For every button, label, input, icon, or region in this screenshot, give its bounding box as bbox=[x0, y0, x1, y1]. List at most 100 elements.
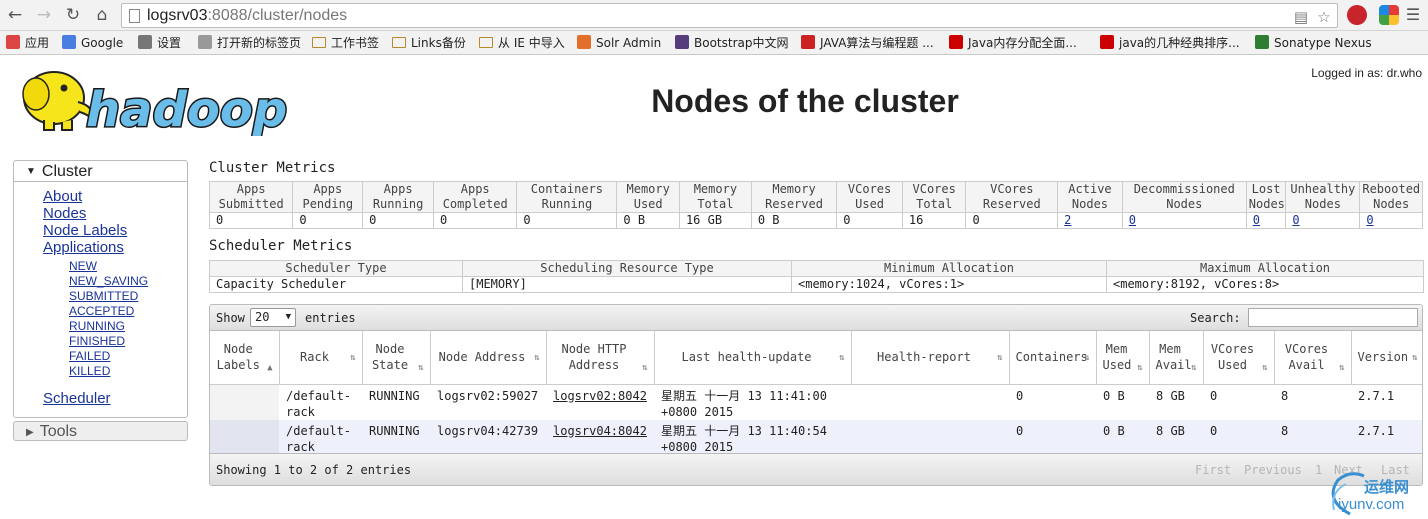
bookmark-label: Links备份 bbox=[411, 36, 466, 50]
bookmark-0[interactable]: 应用 bbox=[6, 34, 49, 52]
nav-link-running[interactable]: RUNNING bbox=[69, 319, 125, 334]
nav-link-failed[interactable]: FAILED bbox=[69, 349, 110, 364]
bookmark-1[interactable]: Google bbox=[62, 34, 123, 52]
cluster-nav-header[interactable]: ▼ Cluster bbox=[14, 161, 187, 182]
cell-labels bbox=[210, 419, 279, 455]
nav-link-submitted[interactable]: SUBMITTED bbox=[69, 289, 138, 304]
sort-icon: ⇅ bbox=[839, 353, 845, 363]
pager-previous[interactable]: Previous bbox=[1244, 463, 1302, 477]
solr-icon bbox=[577, 35, 591, 49]
metric-header-apps-submitted: Apps Submitted bbox=[208, 181, 294, 213]
column-header-version[interactable]: Version ⇅ bbox=[1351, 331, 1422, 385]
bookmark-label: Google bbox=[81, 36, 124, 50]
column-header-last-health-update[interactable]: Last health-update ⇅ bbox=[654, 331, 852, 385]
column-header-containers[interactable]: Containers ⇅ bbox=[1009, 331, 1097, 385]
cell-http[interactable]: logsrv04:8042 bbox=[546, 419, 654, 455]
reload-icon[interactable]: ↻ bbox=[62, 4, 84, 26]
nav-link-nodes[interactable]: Nodes bbox=[43, 205, 86, 222]
metric-link[interactable]: 0 bbox=[1366, 213, 1373, 227]
search-input[interactable] bbox=[1248, 308, 1418, 327]
bookmark-3[interactable]: 打开新的标签页 bbox=[198, 34, 301, 52]
url-text[interactable]: logsrv03:8088/cluster/nodes bbox=[147, 6, 347, 26]
column-header-mem-used[interactable]: Mem Used ⇅ bbox=[1096, 331, 1150, 385]
bookmark-10[interactable]: Java内存分配全面... bbox=[949, 34, 1077, 52]
apps-grid-icon bbox=[6, 35, 20, 49]
bookmark-5[interactable]: Links备份 bbox=[392, 34, 466, 52]
scheduler-metrics-table: Scheduler Type Scheduling Resource Type Mi… bbox=[209, 260, 1424, 293]
nav-link-applications[interactable]: Applications bbox=[43, 239, 124, 256]
bookmark-4[interactable]: 工作书签 bbox=[312, 34, 379, 52]
metric-value-unhealthy-nodes[interactable]: 0 bbox=[1285, 212, 1361, 229]
metric-value-memory-total: 16 GB bbox=[678, 212, 752, 229]
nav-link-new[interactable]: NEW bbox=[69, 259, 97, 274]
table-row: /default-rack RUNNING logsrv04:42739 logsrv… bbox=[210, 419, 1422, 455]
metric-value-lost-nodes[interactable]: 0 bbox=[1245, 212, 1287, 229]
metric-value-rebooted-nodes[interactable]: 0 bbox=[1359, 212, 1423, 229]
tools-nav-header[interactable]: ▶ Tools bbox=[13, 421, 188, 441]
watermark-text-cn: 运维网 bbox=[1364, 478, 1410, 496]
show-label: Show bbox=[216, 311, 245, 325]
column-header-vcores-avail[interactable]: VCores Avail ⇅ bbox=[1274, 331, 1352, 385]
triangle-right-icon: ▶ bbox=[26, 427, 34, 438]
page-size-select[interactable]: 20 ▼ bbox=[250, 308, 296, 327]
nav-link-node-labels[interactable]: Node Labels bbox=[43, 222, 127, 239]
back-arrow-icon[interactable]: ← bbox=[4, 4, 26, 26]
metric-link[interactable]: 0 bbox=[1253, 213, 1260, 227]
metric-header-memory-reserved: Memory Reserved bbox=[750, 181, 838, 213]
forward-arrow-icon[interactable]: → bbox=[33, 4, 55, 26]
bookmark-6[interactable]: 从 IE 中导入 bbox=[479, 34, 565, 52]
column-header-health-report[interactable]: Health-report ⇅ bbox=[851, 331, 1010, 385]
node-http-link[interactable]: logsrv04:8042 bbox=[553, 424, 647, 438]
adblock-icon[interactable] bbox=[1347, 5, 1367, 25]
column-header-node-state[interactable]: Node State ⇅ bbox=[362, 331, 431, 385]
column-header-node-address[interactable]: Node Address ⇅ bbox=[430, 331, 547, 385]
bootstrap-icon bbox=[675, 35, 689, 49]
metric-value-decommissioned-nodes[interactable]: 0 bbox=[1121, 212, 1247, 229]
address-bar[interactable]: logsrv03:8088/cluster/nodes ▤ ☆ bbox=[121, 3, 1338, 28]
cell-mem-used: 0 B bbox=[1096, 419, 1149, 455]
menu-icon[interactable]: ☰ bbox=[1402, 4, 1424, 26]
sort-icon: ⇅ bbox=[418, 362, 424, 373]
nav-link-finished[interactable]: FINISHED bbox=[69, 334, 125, 349]
nav-link-killed[interactable]: KILLED bbox=[69, 364, 110, 379]
column-header-rack[interactable]: Rack ⇅ bbox=[279, 331, 363, 385]
bookmark-11[interactable]: java的几种经典排序... bbox=[1100, 34, 1240, 52]
bookmark-9[interactable]: JAVA算法与编程题 ... bbox=[801, 34, 934, 52]
metric-link[interactable]: 0 bbox=[1129, 213, 1136, 227]
nav-link-scheduler[interactable]: Scheduler bbox=[43, 390, 111, 407]
metric-link[interactable]: 0 bbox=[1292, 213, 1299, 227]
bookmark-8[interactable]: Bootstrap中文网 bbox=[675, 34, 788, 52]
column-header-node-labels[interactable]: Node Labels ▲ bbox=[210, 331, 280, 385]
column-header-mem-avail[interactable]: Mem Avail ⇅ bbox=[1149, 331, 1204, 385]
extension-icon[interactable] bbox=[1379, 5, 1399, 25]
scheduler-header-minimum-allocation: Minimum Allocation bbox=[791, 260, 1107, 277]
translate-icon[interactable]: ▤ bbox=[1292, 8, 1310, 26]
sort-icon: ⇅ bbox=[642, 362, 648, 373]
bookmark-star-icon[interactable]: ☆ bbox=[1315, 8, 1333, 26]
node-http-link[interactable]: logsrv02:8042 bbox=[553, 389, 647, 403]
pager-first[interactable]: First bbox=[1195, 463, 1231, 477]
cell-rack: /default-rack bbox=[279, 384, 362, 420]
nav-link-about[interactable]: About bbox=[43, 188, 82, 205]
page-icon bbox=[198, 35, 212, 49]
metric-value-vcores-used: 0 bbox=[836, 212, 903, 229]
metric-value-active-nodes[interactable]: 2 bbox=[1057, 212, 1123, 229]
cell-mem-avail: 8 GB bbox=[1149, 419, 1203, 455]
nav-link-new-saving[interactable]: NEW_SAVING bbox=[69, 274, 148, 289]
metric-link[interactable]: 2 bbox=[1064, 213, 1071, 227]
column-header-node-http-address[interactable]: Node HTTP Address ⇅ bbox=[546, 331, 655, 385]
home-icon[interactable]: ⌂ bbox=[91, 4, 113, 26]
page-icon bbox=[129, 9, 140, 23]
nav-link-accepted[interactable]: ACCEPTED bbox=[69, 304, 134, 319]
scheduler-header-scheduling-resource-type: Scheduling Resource Type bbox=[462, 260, 792, 277]
cell-state: RUNNING bbox=[362, 384, 430, 420]
cell-version: 2.7.1 bbox=[1351, 419, 1422, 455]
bookmark-2[interactable]: 设置 bbox=[138, 34, 181, 52]
bookmark-label: Java内存分配全面... bbox=[968, 36, 1077, 50]
bookmark-12[interactable]: Sonatype Nexus bbox=[1255, 34, 1372, 52]
metric-header-unhealthy-nodes: Unhealthy Nodes bbox=[1285, 181, 1361, 213]
bookmark-label: 打开新的标签页 bbox=[217, 36, 302, 50]
bookmark-7[interactable]: Solr Admin bbox=[577, 34, 661, 52]
cell-http[interactable]: logsrv02:8042 bbox=[546, 384, 654, 420]
column-header-vcores-used[interactable]: VCores Used ⇅ bbox=[1203, 331, 1275, 385]
